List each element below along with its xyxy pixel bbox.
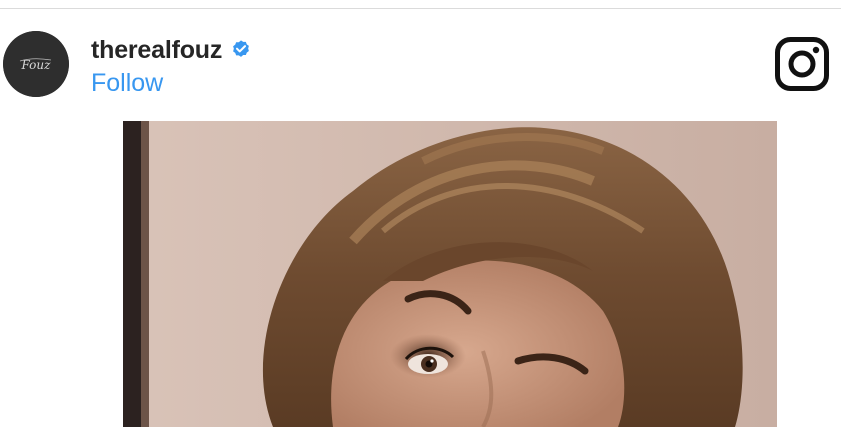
avatar-logo-text: Fouz [21,58,52,72]
portrait-image [123,121,777,427]
username[interactable]: therealfouz [91,35,222,65]
username-row: therealfouz [91,35,252,65]
instagram-icon[interactable] [774,36,830,92]
avatar-logo-icon: Fouz [3,31,69,97]
follow-button[interactable]: Follow [91,68,252,98]
post-photo[interactable] [123,121,777,427]
avatar[interactable]: Fouz [3,31,69,97]
post-header: Fouz therealfouz Follow [0,9,841,121]
verified-badge-icon [230,39,252,61]
account-info: therealfouz Follow [91,35,252,98]
